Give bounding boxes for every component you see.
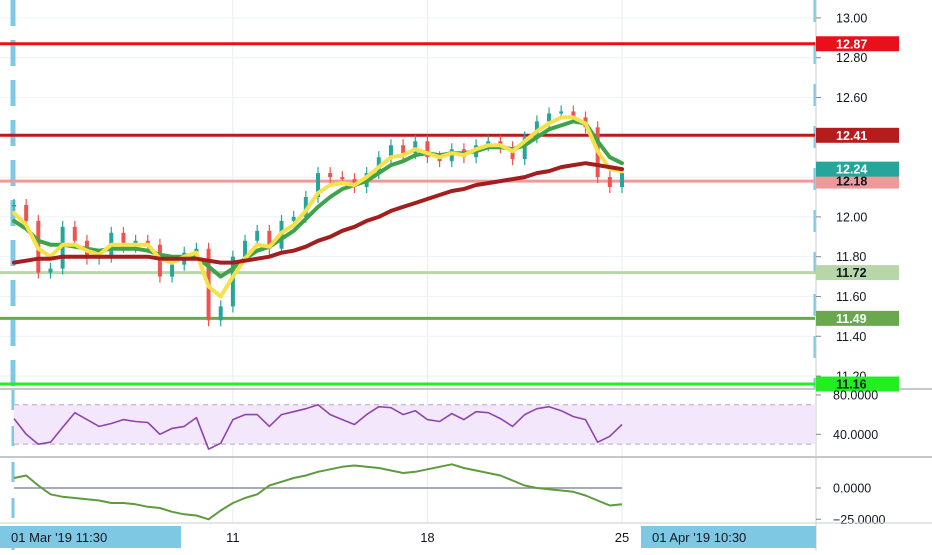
level-tag-12-41-label: 12.41: [836, 129, 867, 143]
price-candle-body: [24, 204, 29, 221]
level-tag-12-87-label: 12.87: [836, 37, 867, 51]
price-axis-tick-label: 12.60: [836, 91, 867, 105]
price-candle-body: [328, 173, 333, 178]
price-candle-body: [218, 306, 223, 321]
price-axis-tick-label: 12.80: [836, 51, 867, 65]
price-candle-body: [547, 113, 552, 122]
price-candle-body: [620, 173, 624, 188]
price-candle-body: [607, 177, 612, 188]
rsi-axis-tick-label: 40.0000: [833, 428, 878, 442]
level-tag-11-49-label: 11.49: [836, 312, 867, 326]
price-candle-body: [48, 268, 53, 273]
chart-canvas[interactable]: 13.0012.8012.6012.4012.2012.0011.8011.60…: [0, 0, 932, 550]
price-candle-body: [170, 264, 175, 277]
level-tag-12-87: 12.87: [816, 36, 899, 52]
time-axis-tick-label: 11: [226, 530, 240, 545]
price-axis-tick-label: 12.00: [836, 210, 867, 224]
price-candle-body: [255, 230, 260, 241]
trading-chart[interactable]: 13.0012.8012.6012.4012.2012.0011.8011.60…: [0, 0, 932, 550]
time-axis-tick-label: 18: [420, 530, 434, 545]
end-date-label: 01 Apr '19 10:30: [652, 530, 746, 545]
price-candle-body: [340, 177, 345, 180]
oscillator-axis-tick-label: 0.0000: [833, 482, 871, 496]
price-candle-body: [72, 226, 77, 241]
price-axis-tick-label: 13.00: [836, 11, 867, 25]
price-candle-body: [401, 145, 406, 154]
price-axis-tick-label: 11.80: [836, 250, 866, 264]
start-date-label: 01 Mar '19 11:30: [11, 530, 107, 545]
level-tag-12-41: 12.41: [816, 127, 899, 143]
price-axis-tick-label: 11.60: [836, 290, 866, 304]
price-axis-tick-label: 11.40: [836, 330, 866, 344]
level-tag-11-72: 11.72: [816, 265, 899, 281]
time-axis-tick-label: 25: [615, 530, 629, 545]
last-price-tag: 12.24: [816, 161, 899, 177]
last-price-tag-label: 12.24: [836, 163, 867, 177]
level-tag-11-72-label: 11.72: [836, 266, 867, 280]
level-tag-12-18-label: 12.18: [836, 175, 867, 189]
level-tag-11-49: 11.49: [816, 310, 899, 326]
rsi-axis-tick-label: 80.0000: [833, 388, 878, 402]
oscillator-axis-tick-label: −25.0000: [833, 513, 886, 527]
price-candle-body: [559, 111, 564, 114]
price-candle-body: [12, 204, 16, 207]
